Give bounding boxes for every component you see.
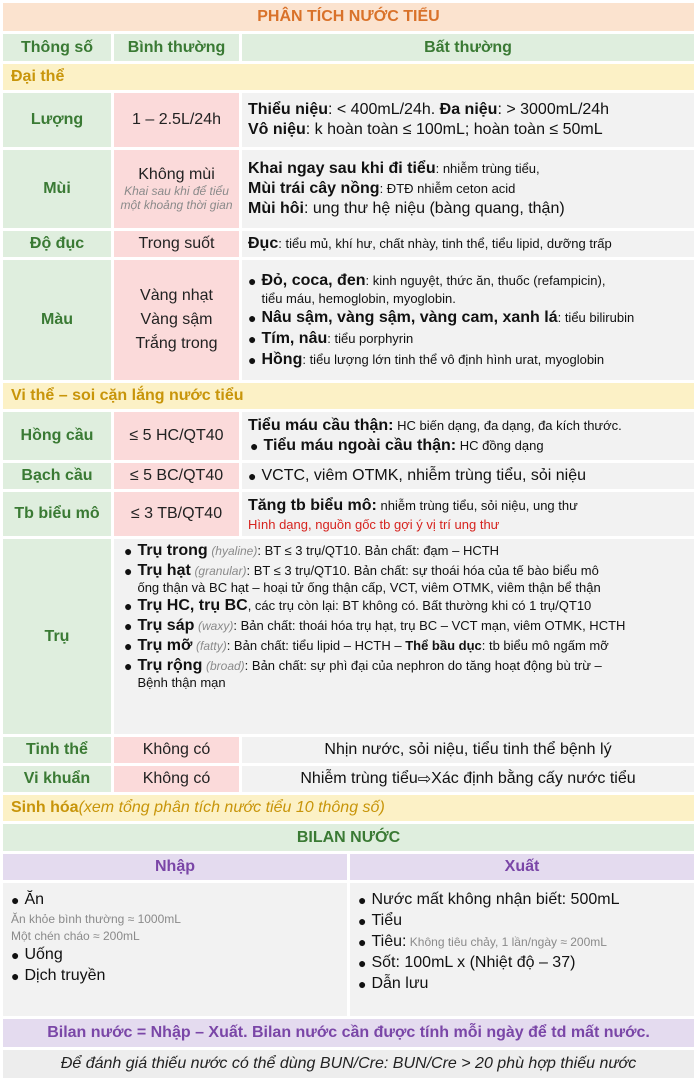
row-rbc: Hồng cầu ≤ 5 HC/QT40 Tiểu máu cầu thận: …	[3, 412, 694, 460]
bilan-input-header: Nhập	[3, 854, 347, 880]
table-header: Thông số Bình thường Bất thường	[3, 34, 694, 61]
param-name: Tb biểu mô	[3, 492, 111, 536]
abnormal-value: Thiểu niệu: < 400mL/24h. Đa niệu: > 3000…	[242, 93, 694, 147]
normal-value: ≤ 5 HC/QT40	[114, 412, 239, 460]
list-item: ● Trụ rộng (broad): Bản chất: sự phì đại …	[124, 657, 602, 690]
param-name: Vi khuẩn	[3, 766, 111, 792]
casts-list: ● Trụ trong (hyaline): BT ≤ 3 trụ/QT10. B…	[114, 539, 694, 734]
row-epithelial: Tb biểu mô ≤ 3 TB/QT40 Tăng tb biểu mô: …	[3, 492, 694, 536]
bilan-input-list: ● Ăn Ăn khỏe bình thường ≈ 1000mL Một ché…	[3, 883, 347, 1016]
abnormal-value: ● Đỏ, coca, đen: kinh nguyệt, thức ăn, th…	[242, 260, 694, 380]
list-item: ● Trụ HC, trụ BC, các trụ còn lại: BT khô…	[124, 597, 592, 614]
abnormal-value: Nhịn nước, sỏi niệu, tiểu tinh thể bệnh …	[242, 737, 694, 763]
param-name: Lượng	[3, 93, 111, 147]
list-item: ● Dẫn lưu	[358, 975, 429, 992]
abnormal-value: Tiểu máu cầu thận: HC biến dạng, đa dạng…	[242, 412, 694, 460]
header-parameter: Thông số	[3, 34, 111, 61]
normal-value: 1 – 2.5L/24h	[114, 93, 239, 147]
list-item: ● Tiêu: Không tiêu chảy, 1 lần/ngày ≈ 200…	[358, 933, 607, 950]
normal-value: Trong suốt	[114, 231, 239, 257]
page-title: PHÂN TÍCH NƯỚC TIỂU	[3, 3, 694, 31]
section-macroscopic: Đại thể	[3, 64, 694, 90]
list-item: ● Uống	[11, 946, 63, 963]
list-item: ● Dịch truyền	[11, 967, 106, 984]
row-color: Màu Vàng nhạt Vàng sậm Trắng trong ● Đỏ, …	[3, 260, 694, 380]
abnormal-value: Đục: tiểu mủ, khí hư, chất nhày, tinh th…	[242, 231, 694, 257]
normal-value: Vàng nhạt Vàng sậm Trắng trong	[114, 260, 239, 380]
list-item: ● Đỏ, coca, đen: kinh nguyệt, thức ăn, th…	[248, 271, 606, 306]
abnormal-value: Khai ngay sau khi đi tiểu: nhiễm trùng t…	[242, 150, 694, 228]
abnormal-value: ● VCTC, viêm OTMK, nhiễm trùng tiểu, sỏi …	[242, 463, 694, 489]
list-item: ● Nâu sậm, vàng sậm, vàng cam, xanh lá: t…	[248, 308, 635, 326]
list-item: ● Trụ sáp (waxy): Bản chất: thoái hóa trụ…	[124, 617, 626, 634]
list-item: ● Ăn	[11, 891, 45, 908]
arrow-right-icon: ⇨	[417, 771, 432, 788]
bilan-body: ● Ăn Ăn khỏe bình thường ≈ 1000mL Một ché…	[3, 883, 694, 1016]
row-volume: Lượng 1 – 2.5L/24h Thiểu niệu: < 400mL/2…	[3, 93, 694, 147]
normal-value: Không mùi Khai sau khi để tiểu một khoản…	[114, 150, 239, 228]
bilan-title: BILAN NƯỚC	[3, 824, 694, 851]
param-name: Tinh thể	[3, 737, 111, 763]
list-item: ● Trụ hạt (granular): BT ≤ 3 trụ/QT10. Bả…	[124, 562, 601, 595]
bilan-output-list: ● Nước mất không nhận biết: 500mL ● Tiểu ●…	[350, 883, 694, 1016]
row-bacteria: Vi khuẩn Không có Nhiễm trùng tiểu ⇨ Xác…	[3, 766, 694, 792]
list-item: ● Nước mất không nhận biết: 500mL	[358, 891, 620, 908]
list-item: ● Sốt: 100mL x (Nhiệt độ – 37)	[358, 954, 576, 971]
row-wbc: Bạch cầu ≤ 5 BC/QT40 ● VCTC, viêm OTMK, n…	[3, 463, 694, 489]
list-item: ● Hồng: tiểu lượng lớn tinh thể vô định h…	[248, 350, 605, 368]
urinalysis-sheet: PHÂN TÍCH NƯỚC TIỂU Thông số Bình thường…	[0, 0, 697, 1086]
row-casts: Trụ ● Trụ trong (hyaline): BT ≤ 3 trụ/QT1…	[3, 539, 694, 734]
list-item: ● Trụ mỡ (fatty): Bản chất: tiểu lipid – …	[124, 637, 609, 654]
param-name: Trụ	[3, 539, 111, 734]
row-odor: Mùi Không mùi Khai sau khi để tiểu một k…	[3, 150, 694, 228]
header-normal: Bình thường	[114, 34, 239, 61]
list-item: ● Tím, nâu: tiểu porphyrin	[248, 329, 414, 347]
param-name: Màu	[3, 260, 111, 380]
row-turbidity: Độ đục Trong suốt Đục: tiểu mủ, khí hư, …	[3, 231, 694, 257]
bun-cre-note: Để đánh giá thiếu nước có thể dùng BUN/C…	[3, 1050, 694, 1078]
param-name: Hồng cầu	[3, 412, 111, 460]
list-item: ● Tiểu	[358, 912, 402, 929]
row-crystals: Tinh thể Không có Nhịn nước, sỏi niệu, t…	[3, 737, 694, 763]
normal-value: Không có	[114, 766, 239, 792]
bilan-headers: Nhập Xuất	[3, 854, 694, 880]
bilan-output-header: Xuất	[350, 854, 694, 880]
abnormal-value: Nhiễm trùng tiểu ⇨ Xác định bằng cấy nướ…	[242, 766, 694, 792]
normal-value: Không có	[114, 737, 239, 763]
section-biochemistry: Sinh hóa (xem tổng phân tích nước tiểu 1…	[3, 795, 694, 821]
param-name: Độ đục	[3, 231, 111, 257]
abnormal-value: Tăng tb biểu mô: nhiễm trùng tiểu, sỏi n…	[242, 492, 694, 536]
normal-value: ≤ 5 BC/QT40	[114, 463, 239, 489]
list-item: ● Trụ trong (hyaline): BT ≤ 3 trụ/QT10. B…	[124, 542, 500, 559]
bilan-formula: Bilan nước = Nhập – Xuất. Bilan nước cần…	[3, 1019, 694, 1047]
header-abnormal: Bất thường	[242, 34, 694, 61]
normal-value: ≤ 3 TB/QT40	[114, 492, 239, 536]
param-name: Bạch cầu	[3, 463, 111, 489]
param-name: Mùi	[3, 150, 111, 228]
section-microscopic: Vi thể – soi cặn lắng nước tiểu	[3, 383, 694, 409]
